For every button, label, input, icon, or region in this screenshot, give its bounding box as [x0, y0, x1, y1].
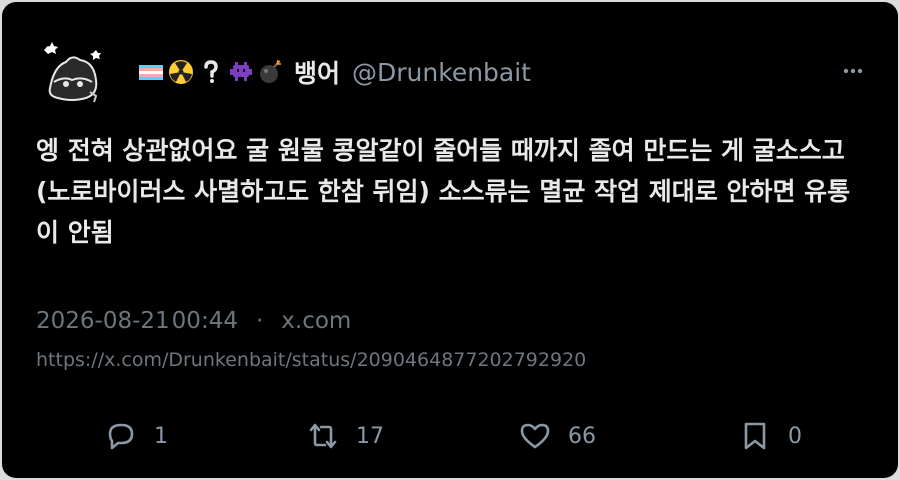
- radioactive-face-icon: [168, 59, 194, 85]
- bookmark-button[interactable]: 0: [738, 414, 802, 458]
- bomb-icon: [258, 59, 284, 85]
- action-bar: 1 17 66 0: [2, 414, 898, 458]
- alien-monster-icon: [228, 59, 254, 85]
- retweet-button[interactable]: 17: [306, 414, 384, 458]
- bookmark-icon: [738, 419, 772, 453]
- tweet-text: 엥 전혀 상관없어요 굴 원물 콩알같이 줄어들 때까지 졸여 만드는 게 굴소…: [36, 136, 851, 247]
- tweet-date: 2026-08-21: [36, 308, 170, 334]
- display-name[interactable]: 뱅어: [294, 54, 340, 90]
- transgender-flag-icon: [138, 59, 164, 85]
- retweet-count: 17: [356, 423, 384, 449]
- bookmark-count: 0: [788, 423, 802, 449]
- retweet-icon: [306, 419, 340, 453]
- tweet-source[interactable]: x.com: [281, 308, 351, 334]
- like-button[interactable]: 66: [518, 414, 596, 458]
- more-icon[interactable]: [842, 60, 864, 82]
- reply-count: 1: [154, 423, 168, 449]
- reply-button[interactable]: 1: [104, 414, 168, 458]
- avatar[interactable]: [36, 36, 108, 108]
- tweet-time: 00:44: [171, 308, 238, 334]
- tweet-card: 뱅어 @Drunkenbait 엥 전혀 상관없어요 굴 원물 콩알같이 줄어들…: [2, 2, 898, 478]
- author-header: 뱅어 @Drunkenbait: [138, 56, 531, 88]
- reply-icon: [104, 419, 138, 453]
- tweet-meta: 2026-08-21 00:44 · x.com: [36, 308, 351, 334]
- meta-separator: ·: [255, 308, 264, 334]
- like-icon: [518, 419, 552, 453]
- tweet-url[interactable]: https://x.com/Drunkenbait/status/2090464…: [36, 349, 586, 371]
- like-count: 66: [568, 423, 596, 449]
- user-handle[interactable]: @Drunkenbait: [352, 58, 531, 87]
- question-mark-icon: [198, 59, 224, 85]
